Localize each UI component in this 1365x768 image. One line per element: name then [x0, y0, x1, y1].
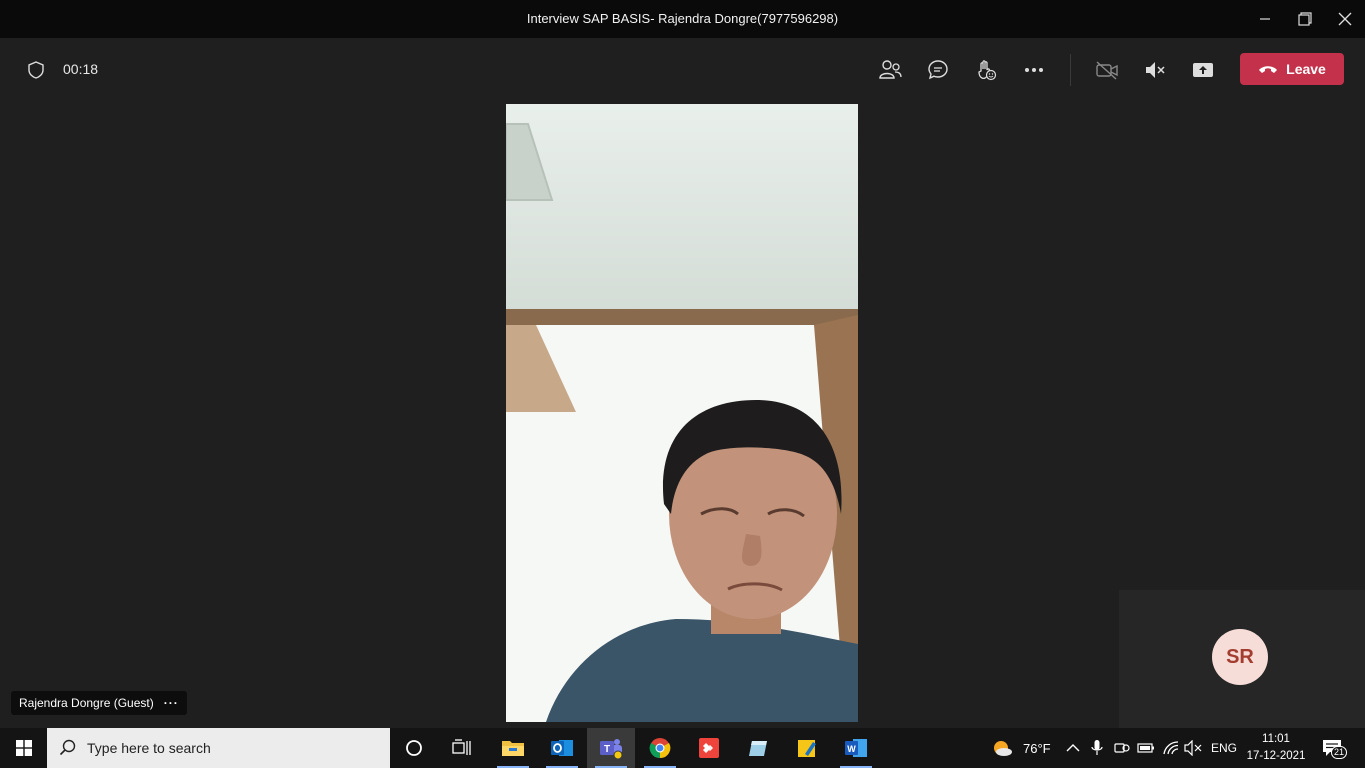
- word-button[interactable]: W: [832, 728, 880, 768]
- more-icon: [1025, 68, 1043, 72]
- windows-logo-icon: [15, 740, 32, 756]
- clock-date: 17-12-2021: [1246, 750, 1306, 762]
- file-explorer-icon: [502, 741, 524, 756]
- anydesk-button[interactable]: [685, 728, 733, 768]
- phone-icon: [1259, 66, 1278, 73]
- svg-text:W: W: [847, 744, 856, 754]
- chat-icon: [928, 60, 948, 80]
- task-view-icon: [452, 739, 471, 755]
- participant-name-tag[interactable]: Rajendra Dongre (Guest) ···: [11, 691, 187, 715]
- task-view-button[interactable]: [438, 728, 486, 768]
- close-button[interactable]: [1335, 9, 1355, 29]
- mic-muted-icon: [1146, 62, 1165, 78]
- show-hidden-icons-button[interactable]: [1066, 728, 1080, 768]
- taskbar-search-box[interactable]: Type here to search: [47, 728, 390, 768]
- mute-button[interactable]: [1142, 57, 1168, 83]
- battery-icon: [1137, 743, 1154, 753]
- volume-button[interactable]: [1184, 728, 1202, 768]
- windows-taskbar: Type here to search T W 76°F ENG 11:01 1…: [0, 728, 1365, 768]
- camera-tray-icon: [1114, 743, 1130, 753]
- avatar: SR: [1212, 629, 1268, 685]
- word-icon: W: [845, 739, 867, 757]
- minimize-button[interactable]: [1255, 9, 1275, 29]
- cortana-button[interactable]: [390, 728, 438, 768]
- toolbar-divider: [1070, 54, 1071, 86]
- share-screen-button[interactable]: [1190, 57, 1216, 83]
- chat-button[interactable]: [925, 57, 951, 83]
- participant-video[interactable]: [506, 104, 858, 722]
- microphone-tray-button[interactable]: [1091, 728, 1103, 768]
- participant-more-icon[interactable]: ···: [164, 696, 179, 710]
- wifi-icon: [1163, 741, 1179, 755]
- teams-icon: T: [600, 739, 623, 760]
- sun-cloud-icon: [994, 741, 1012, 756]
- camera-toggle-button[interactable]: [1094, 57, 1120, 83]
- search-placeholder: Type here to search: [87, 740, 211, 756]
- outlook-icon: [551, 740, 573, 756]
- title-bar: Interview SAP BASIS- Rajendra Dongre(797…: [0, 0, 1365, 38]
- search-icon: [59, 739, 76, 756]
- weather-temp: 76°F: [1023, 740, 1051, 756]
- svg-text:T: T: [604, 744, 610, 755]
- teams-button[interactable]: T: [587, 728, 635, 768]
- file-explorer-button[interactable]: [489, 728, 537, 768]
- anydesk-icon: [699, 738, 719, 758]
- video-frame: [506, 104, 858, 722]
- leave-button[interactable]: Leave: [1240, 53, 1344, 85]
- more-options-button[interactable]: [1021, 57, 1047, 83]
- camera-off-icon: [1096, 61, 1118, 80]
- participants-icon: [879, 60, 902, 79]
- raise-hand-icon: [978, 60, 997, 81]
- self-video-tile[interactable]: SR: [1119, 590, 1365, 728]
- chevron-up-icon: [1066, 744, 1080, 752]
- shield-icon: [23, 57, 49, 83]
- window-title: Interview SAP BASIS- Rajendra Dongre(797…: [526, 11, 839, 26]
- leave-label: Leave: [1286, 61, 1326, 77]
- camera-tray-button[interactable]: [1114, 728, 1130, 768]
- battery-button[interactable]: [1137, 728, 1155, 768]
- raise-hand-button[interactable]: [973, 57, 999, 83]
- chrome-button[interactable]: [636, 728, 684, 768]
- meeting-timer: 00:18: [63, 61, 99, 77]
- sticky-app-icon: [798, 740, 816, 757]
- volume-muted-icon: [1184, 740, 1202, 756]
- app-button[interactable]: [734, 728, 782, 768]
- chrome-icon: [649, 738, 671, 759]
- share-screen-icon: [1193, 63, 1213, 77]
- close-icon: [1338, 12, 1352, 26]
- restore-icon: [1298, 12, 1312, 26]
- language-indicator[interactable]: ENG: [1211, 728, 1237, 768]
- participant-name: Rajendra Dongre (Guest): [19, 696, 154, 710]
- network-button[interactable]: [1162, 728, 1180, 768]
- meeting-stage: Rajendra Dongre (Guest) ··· SR: [0, 100, 1365, 728]
- start-button[interactable]: [0, 728, 47, 768]
- app-icon: [749, 741, 767, 756]
- weather-widget[interactable]: 76°F: [991, 728, 1051, 768]
- notification-center-button[interactable]: 21: [1322, 728, 1348, 768]
- notification-count: 21: [1331, 746, 1348, 759]
- clock-time: 11:01: [1262, 733, 1290, 745]
- participants-button[interactable]: [877, 57, 903, 83]
- sticky-app-button[interactable]: [783, 728, 831, 768]
- clock[interactable]: 11:01 17-12-2021: [1244, 731, 1308, 765]
- outlook-button[interactable]: [538, 728, 586, 768]
- cortana-icon: [406, 740, 422, 756]
- restore-button[interactable]: [1295, 9, 1315, 29]
- meeting-toolbar: 00:18 Leave: [0, 38, 1365, 101]
- minimize-icon: [1260, 18, 1270, 20]
- microphone-icon: [1091, 740, 1103, 755]
